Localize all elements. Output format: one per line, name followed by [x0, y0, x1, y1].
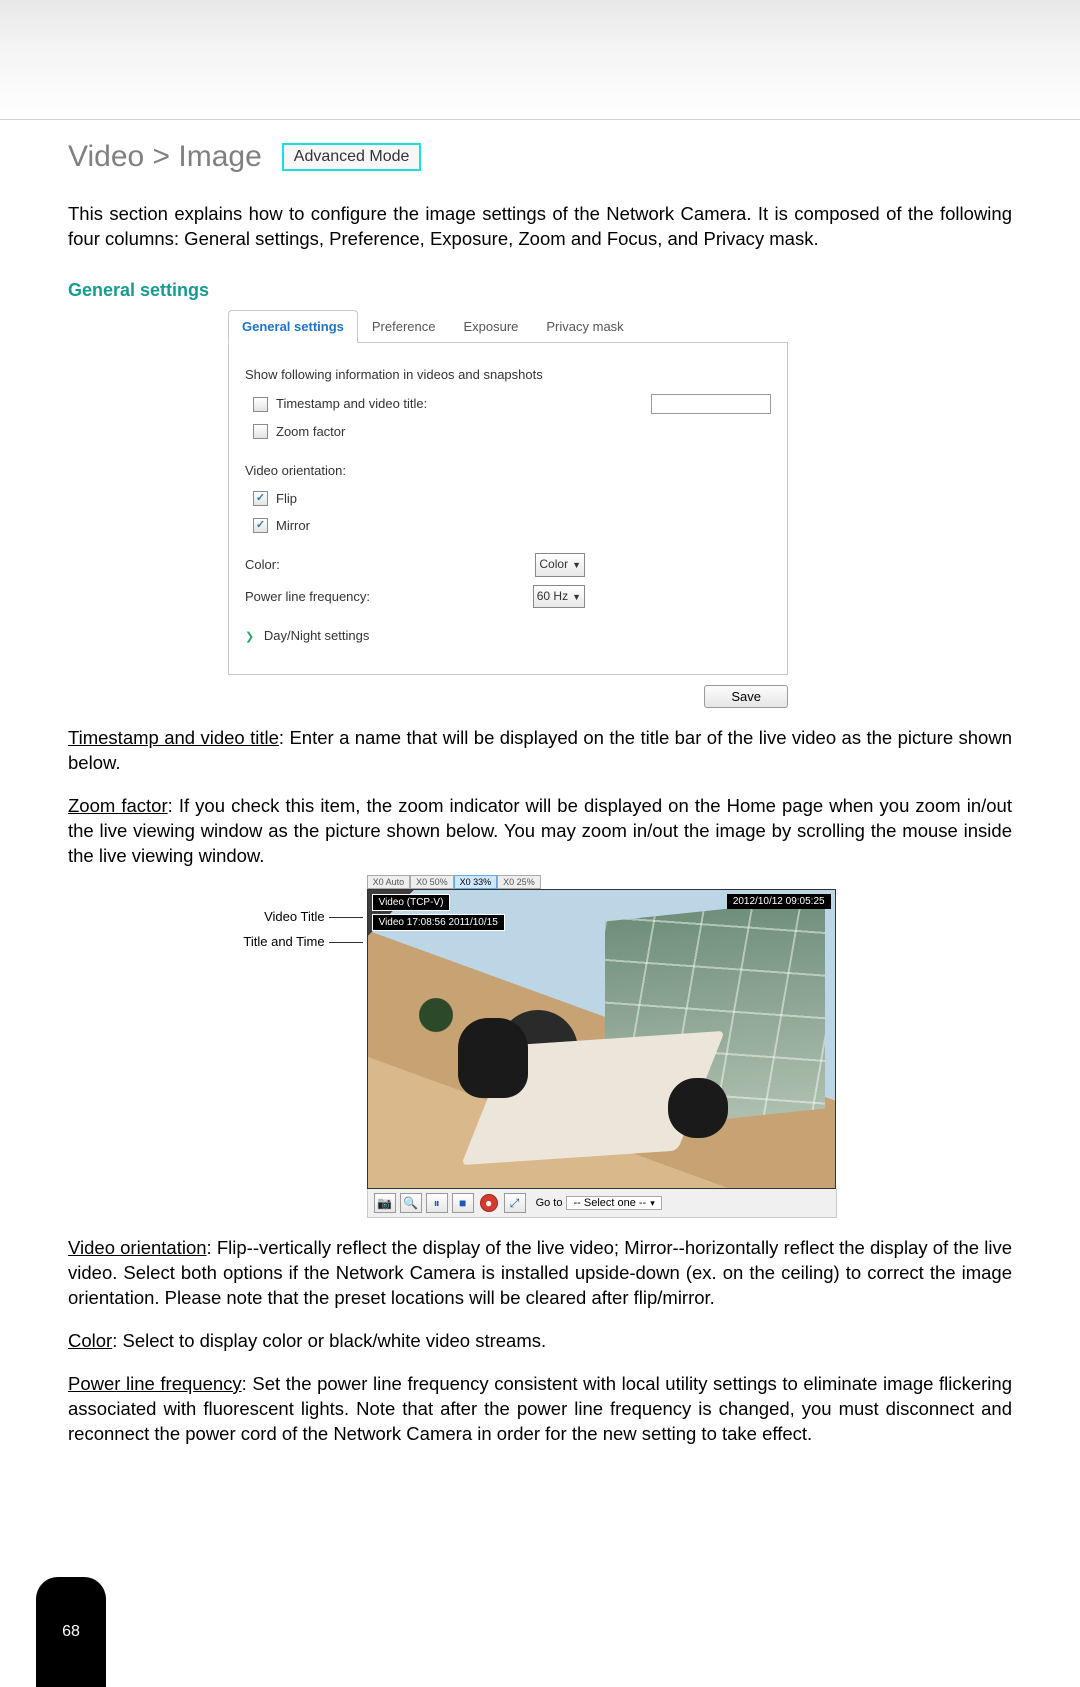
overlay-timestamp: 2012/10/12 09:05:25	[727, 894, 831, 909]
orientation-text: : Flip--vertically reflect the display o…	[68, 1237, 1012, 1308]
plf-value: 60 Hz	[537, 586, 568, 608]
plf-underline: Power line frequency	[68, 1373, 242, 1394]
chevron-down-icon: ▼	[572, 557, 581, 573]
orientation-label: Video orientation:	[245, 459, 771, 482]
goto-label: Go to	[536, 1197, 563, 1209]
color-label: Color:	[245, 553, 280, 576]
expand-icon: ❯	[245, 631, 254, 643]
tab-preference[interactable]: Preference	[358, 310, 450, 343]
intro-paragraph: This section explains how to configure t…	[68, 202, 1012, 252]
resolution-tabs: X0 Auto X0 50% X0 33% X0 25%	[367, 875, 837, 889]
mirror-label: Mirror	[276, 514, 310, 537]
tab-privacy-mask[interactable]: Privacy mask	[532, 310, 637, 343]
page-number: 68	[36, 1577, 106, 1687]
goto-value: -- Select one --	[573, 1197, 646, 1209]
plf-label: Power line frequency:	[245, 585, 370, 608]
scene-sofa	[458, 1018, 528, 1098]
scene-chair	[668, 1078, 728, 1138]
color-underline: Color	[68, 1330, 112, 1351]
plf-select[interactable]: 60 Hz ▼	[533, 585, 585, 609]
checkbox-flip[interactable]	[253, 491, 268, 506]
flip-label: Flip	[276, 487, 297, 510]
live-view[interactable]: Video (TCP-V) Video 17:08:56 2011/10/15 …	[367, 889, 836, 1189]
video-title-input[interactable]	[651, 394, 771, 414]
show-info-label: Show following information in videos and…	[245, 363, 771, 386]
record-icon[interactable]: ●	[478, 1193, 500, 1213]
leader-line	[329, 942, 363, 943]
daynight-expand[interactable]: ❯ Day/Night settings	[245, 624, 771, 648]
zoom-factor-label: Zoom factor	[276, 420, 345, 443]
checkbox-mirror[interactable]	[253, 518, 268, 533]
res-tab[interactable]: X0 33%	[454, 875, 498, 889]
section-title-general: General settings	[68, 280, 1012, 301]
zoom-icon[interactable]: 🔍	[400, 1193, 422, 1213]
snapshot-icon[interactable]: 📷	[374, 1193, 396, 1213]
label-title-time: Title and Time	[243, 930, 324, 955]
zoom-factor-underline: Zoom factor	[68, 795, 168, 816]
leader-line	[329, 917, 363, 918]
zoom-factor-text: : If you check this item, the zoom indic…	[68, 795, 1012, 866]
stop-icon[interactable]: ■	[452, 1193, 474, 1213]
goto-select[interactable]: -- Select one -- ▾	[566, 1196, 661, 1210]
save-button[interactable]: Save	[704, 685, 788, 708]
pause-icon[interactable]: ⏸	[426, 1193, 448, 1213]
chevron-down-icon: ▾	[650, 1198, 655, 1209]
res-tab[interactable]: X0 Auto	[367, 875, 411, 889]
tab-exposure[interactable]: Exposure	[449, 310, 532, 343]
color-text: : Select to display color or black/white…	[112, 1330, 546, 1351]
timestamp-label: Timestamp and video title:	[276, 392, 427, 415]
label-video-title: Video Title	[264, 905, 324, 930]
timestamp-title-underline: Timestamp and video title	[68, 727, 279, 748]
orientation-underline: Video orientation	[68, 1237, 207, 1258]
checkbox-timestamp[interactable]	[253, 397, 268, 412]
tab-general-settings[interactable]: General settings	[228, 310, 358, 343]
color-value: Color	[539, 554, 568, 576]
header-gradient	[0, 0, 1080, 120]
page-title: Video > Image	[68, 140, 262, 174]
overlay-title-time: Video 17:08:56 2011/10/15	[372, 914, 505, 931]
scene-plant	[414, 980, 458, 1050]
settings-panel: General settings Preference Exposure Pri…	[228, 309, 788, 675]
res-tab[interactable]: X0 25%	[497, 875, 541, 889]
checkbox-zoom-factor[interactable]	[253, 424, 268, 439]
mode-badge: Advanced Mode	[282, 143, 422, 171]
overlay-video-title: Video (TCP-V)	[372, 894, 451, 911]
fullscreen-icon[interactable]: ⤢	[504, 1193, 526, 1213]
res-tab[interactable]: X0 50%	[410, 875, 454, 889]
color-select[interactable]: Color ▼	[535, 553, 585, 577]
chevron-down-icon: ▼	[572, 589, 581, 605]
daynight-label: Day/Night settings	[264, 628, 370, 643]
